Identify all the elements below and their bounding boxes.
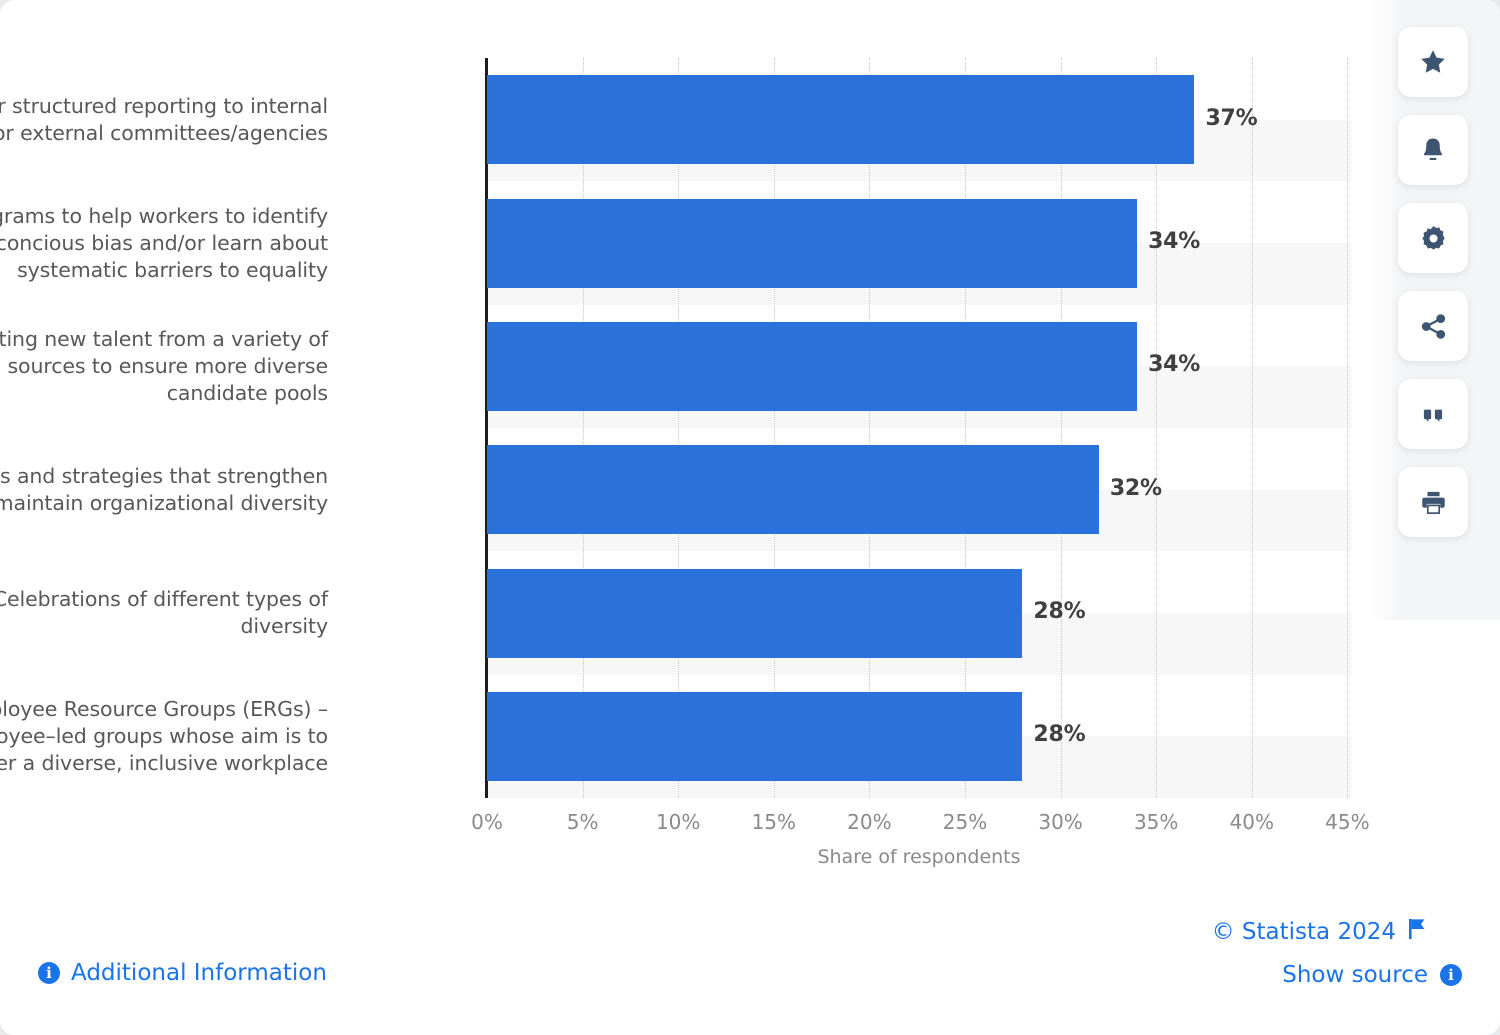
category-label: Policies and strategies that strengthena… xyxy=(0,463,328,517)
x-axis-title: Share of respondents xyxy=(817,846,1021,868)
cite-button[interactable] xyxy=(1398,379,1468,449)
bar[interactable] xyxy=(487,198,1138,288)
x-tick-label: 40% xyxy=(1229,810,1275,834)
gridline xyxy=(1060,58,1062,798)
statista-chart-page: Regular structured reporting to internal… xyxy=(0,0,1500,1035)
bar-value-label: 28% xyxy=(1033,599,1086,624)
bar-value-label: 34% xyxy=(1148,229,1201,254)
gridline xyxy=(773,58,775,798)
category-label: Programs to help workers to identifyunco… xyxy=(0,203,328,284)
favorite-button[interactable] xyxy=(1398,27,1468,97)
x-tick-label: 20% xyxy=(847,810,892,834)
gridline xyxy=(1156,58,1158,798)
show-source-label: Show source xyxy=(1282,962,1428,988)
bar-chart: Regular structured reporting to internal… xyxy=(0,0,1370,900)
category-label-line: Programs to help workers to identify xyxy=(0,203,328,228)
favorite-icon xyxy=(1418,47,1448,77)
action-toolbar xyxy=(1370,0,1500,620)
category-label-line: unconcious bias and/or learn about xyxy=(0,230,328,255)
category-label-line: Celebrations of different types of xyxy=(0,587,328,611)
quote-icon xyxy=(1419,400,1447,428)
bar-value-label: 37% xyxy=(1205,105,1258,131)
category-label-line: diversity xyxy=(240,614,328,638)
gridline xyxy=(869,58,871,798)
print-button[interactable] xyxy=(1398,467,1468,537)
gear-icon xyxy=(1419,224,1448,253)
category-label: Regular structured reporting to internal… xyxy=(0,93,328,147)
settings-button[interactable] xyxy=(1398,203,1468,273)
category-label: Celebrations of different types of divers… xyxy=(0,586,328,640)
flag-icon xyxy=(1408,918,1428,946)
bar[interactable] xyxy=(487,321,1138,411)
print-icon xyxy=(1419,488,1448,517)
x-tick-label: 15% xyxy=(751,810,797,834)
category-label-line: Policies and strategies that strengthen xyxy=(0,463,328,488)
x-tick-label: 25% xyxy=(942,810,988,834)
bell-icon xyxy=(1418,135,1448,165)
gridline xyxy=(1347,58,1349,798)
category-label-line: systematic barriers to equality xyxy=(17,257,328,282)
share-button[interactable] xyxy=(1398,291,1468,361)
gridline xyxy=(678,58,680,798)
x-tick-label: 35% xyxy=(1133,810,1179,834)
info-icon: i xyxy=(1440,964,1462,986)
category-label-line: foster a diverse, inclusive workplace xyxy=(0,750,328,775)
category-label-line: Employee Resource Groups (ERGs) – xyxy=(0,696,328,721)
share-icon xyxy=(1419,312,1448,341)
notifications-button[interactable] xyxy=(1398,115,1468,185)
bar[interactable] xyxy=(487,445,1099,535)
copyright-link[interactable]: © Statista 2024 xyxy=(1212,918,1428,946)
category-label: Recruiting new talent from a variety ofs… xyxy=(0,326,328,407)
additional-information-link[interactable]: i Additional Information xyxy=(38,960,327,986)
category-label-line: Recruiting new talent from a variety of xyxy=(0,326,328,351)
show-source-link[interactable]: Show source i xyxy=(1282,962,1462,988)
gridline xyxy=(582,58,584,798)
additional-information-label: Additional Information xyxy=(71,960,327,986)
bar-value-label: 28% xyxy=(1033,722,1086,748)
value-axis-line xyxy=(485,58,488,798)
category-label-line: candidate pools xyxy=(166,380,328,405)
x-tick-label: 30% xyxy=(1038,810,1083,834)
bar-value-label: 34% xyxy=(1148,352,1201,378)
category-label-line: or external committees/agencies xyxy=(0,120,328,145)
bar[interactable] xyxy=(487,568,1023,658)
bar[interactable] xyxy=(487,75,1195,165)
x-tick-label: 10% xyxy=(655,810,701,834)
bar[interactable] xyxy=(487,691,1023,781)
gridline xyxy=(1251,58,1253,798)
info-icon: i xyxy=(38,962,60,984)
copyright-label: © Statista 2024 xyxy=(1211,919,1396,945)
x-tick-label: 45% xyxy=(1325,810,1370,834)
category-label: Employee Resource Groups (ERGs) –employe… xyxy=(0,696,328,777)
category-label-line: Regular structured reporting to internal xyxy=(0,93,328,118)
gridline xyxy=(965,58,966,798)
category-label-line: sources to ensure more diverse xyxy=(7,353,328,378)
bar-value-label: 32% xyxy=(1109,475,1162,501)
x-tick-label: 0% xyxy=(471,810,503,834)
x-tick-label: 5% xyxy=(566,810,599,834)
category-label-line: and maintain organizational diversity xyxy=(0,490,328,515)
category-label-line: employee–led groups whose aim is to xyxy=(0,723,328,748)
